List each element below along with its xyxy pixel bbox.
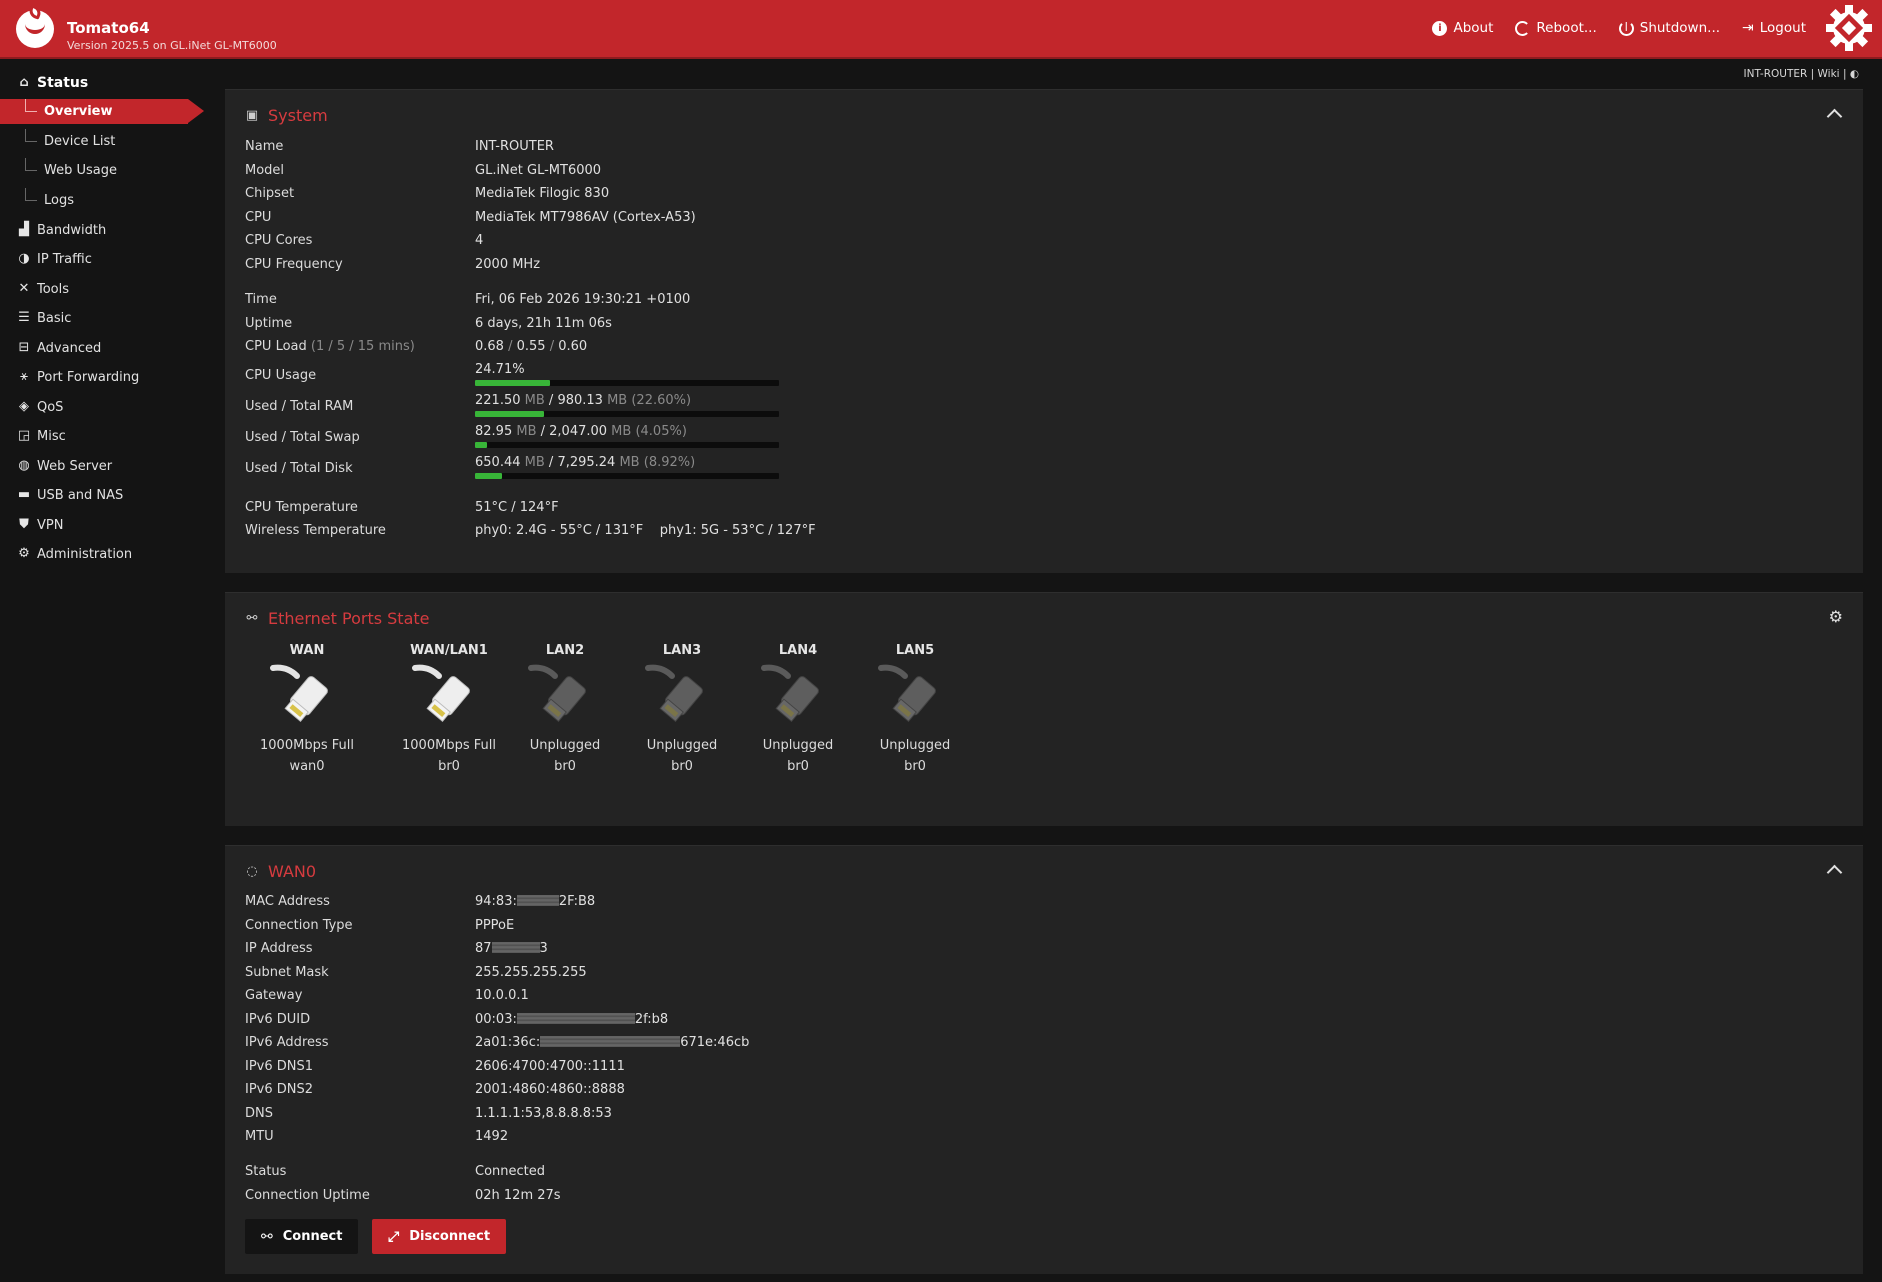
expand-arrows-icon: ⤢ (388, 1228, 400, 1245)
tomato-logo-icon[interactable] (16, 4, 54, 48)
sidebar-subitem-web-usage[interactable]: Web Usage (0, 158, 207, 183)
system-panel-title: System (268, 106, 328, 125)
pie-chart-icon: ◑ (18, 251, 30, 266)
sidebar-item-port-forwarding[interactable]: ⚹ Port Forwarding (0, 365, 207, 389)
sidebar-item-misc[interactable]: ◲ Misc (0, 424, 207, 448)
redacted-mask (516, 1013, 635, 1024)
wiki-link[interactable]: Wiki (1818, 68, 1840, 80)
ethernet-ports-panel: ⚯ Ethernet Ports State ⚙ WAN 1000Mbps Fu… (225, 592, 1863, 826)
info-icon: i (1432, 20, 1448, 36)
sidebar-item-ip-traffic[interactable]: ◑ IP Traffic (0, 247, 207, 271)
disk-progress-bar (475, 473, 779, 479)
sidebar-item-vpn[interactable]: ⛊ VPN (0, 513, 207, 537)
network-icon: ⚹ (20, 369, 28, 384)
port-lan2: LAN2 Unplugged br0 (515, 643, 615, 774)
tomato64-gear-logo-icon (1826, 5, 1872, 51)
top-nav: i About Reboot... | Shutdown... ⇥ Logout (1432, 20, 1806, 36)
shutdown-link[interactable]: | Shutdown... (1618, 20, 1720, 36)
sidebar-item-status[interactable]: ⌂ Status (0, 71, 207, 95)
bar-chart-icon: ▟ (19, 222, 29, 237)
sidebar-item-usb-and-nas[interactable]: ▬ USB and NAS (0, 483, 207, 507)
redacted-mask (491, 942, 540, 953)
port-wan: WAN 1000Mbps Full wan0 (260, 643, 354, 774)
system-panel: ▣ System Name INT-ROUTER Model GL.iNet GL-… (225, 89, 1863, 573)
cpu-usage-progress-bar (475, 380, 779, 386)
gear-icon: ⚙ (18, 546, 30, 561)
sidebar: ⌂ Status Overview Device List Web Usage L… (0, 61, 207, 1282)
disconnect-button[interactable]: ⤢ Disconnect (372, 1219, 507, 1254)
sidebar-item-administration[interactable]: ⚙ Administration (0, 542, 207, 566)
home-icon: ⌂ (19, 75, 29, 90)
ethernet-cable-unplugged-icon (645, 664, 703, 722)
ethernet-cable-connected-icon (412, 664, 470, 722)
wan0-panel-title: WAN0 (268, 862, 317, 881)
redacted-mask (516, 895, 559, 906)
shield-icon: ⛊ (19, 517, 29, 532)
chip-icon: ▣ (245, 107, 259, 123)
logout-icon: ⇥ (1742, 20, 1754, 36)
wan0-panel: ◌ WAN0 MAC Address 94:83: 2F:B8 Connection… (225, 845, 1863, 1274)
redacted-mask (540, 1036, 681, 1047)
port-lan5: LAN5 Unplugged br0 (865, 643, 965, 774)
dashboard-icon: ⊟ (18, 340, 30, 355)
about-link[interactable]: i About (1432, 20, 1493, 36)
port-lan3: LAN3 Unplugged br0 (632, 643, 732, 774)
sidebar-subitem-overview[interactable]: Overview (0, 99, 204, 124)
folder-icon: ▬ (17, 487, 31, 502)
sidebar-item-basic[interactable]: ☰ Basic (0, 306, 207, 330)
cast-icon: ◲ (17, 428, 31, 443)
sidebar-item-tools[interactable]: ✕ Tools (0, 277, 207, 301)
power-icon: | (1618, 20, 1634, 36)
tools-icon: ✕ (18, 281, 30, 296)
wan0-collapse-chevron-icon[interactable] (1825, 860, 1843, 878)
reboot-link[interactable]: Reboot... (1515, 20, 1597, 36)
header-bar: Tomato64 Version 2025.5 on GL.iNet GL-MT… (0, 0, 1882, 59)
top-links: INT-ROUTER | Wiki | ◐ (1743, 68, 1859, 80)
tag-icon: ◈ (19, 399, 29, 414)
ethernet-cable-connected-icon (270, 664, 328, 722)
sidebar-item-advanced[interactable]: ⊟ Advanced (0, 336, 207, 360)
connect-button[interactable]: ⚯ Connect (245, 1219, 359, 1254)
globe-icon: ◍ (18, 458, 30, 473)
port-lan4: LAN4 Unplugged br0 (748, 643, 848, 774)
reboot-icon (1515, 20, 1531, 36)
toggle-icon: ☰ (18, 310, 30, 325)
app-version: Version 2025.5 on GL.iNet GL-MT6000 (67, 39, 277, 52)
sidebar-item-web-server[interactable]: ◍ Web Server (0, 454, 207, 478)
app-title: Tomato64 (67, 19, 150, 37)
refresh-icon: ◌ (246, 863, 258, 879)
logout-link[interactable]: ⇥ Logout (1742, 20, 1806, 36)
link-icon: ⚯ (246, 610, 258, 626)
system-collapse-chevron-icon[interactable] (1825, 104, 1843, 122)
ram-progress-bar (475, 411, 779, 417)
sidebar-item-qos[interactable]: ◈ QoS (0, 395, 207, 419)
ethernet-cable-unplugged-icon (528, 664, 586, 722)
ethernet-panel-title: Ethernet Ports State (268, 609, 430, 628)
port-wan-lan1: WAN/LAN1 1000Mbps Full br0 (402, 643, 496, 774)
link-icon: ⚯ (261, 1228, 273, 1245)
ethernet-cable-unplugged-icon (878, 664, 936, 722)
swap-progress-bar (475, 442, 779, 448)
sidebar-subitem-logs[interactable]: Logs (0, 188, 207, 213)
sidebar-subitem-device-list[interactable]: Device List (0, 129, 207, 154)
ethernet-settings-gear-icon[interactable]: ⚙ (1829, 607, 1843, 626)
ethernet-cable-unplugged-icon (761, 664, 819, 722)
hostname-label: INT-ROUTER (1743, 68, 1808, 80)
sidebar-item-bandwidth[interactable]: ▟ Bandwidth (0, 218, 207, 242)
theme-toggle-icon[interactable]: ◐ (1850, 68, 1859, 80)
